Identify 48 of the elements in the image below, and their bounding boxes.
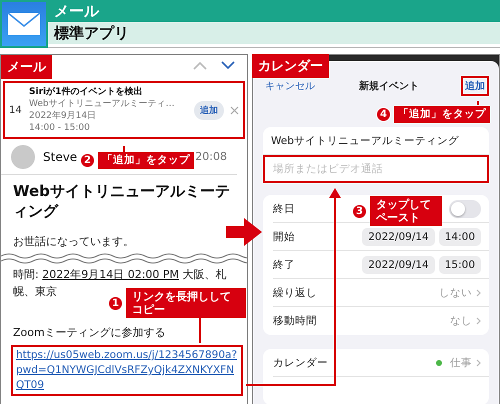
leader-line <box>199 318 201 343</box>
callout-text: 「追加」をタップ <box>98 152 194 169</box>
join-text: Zoomミーティングに参加する <box>12 325 167 341</box>
cancel-button[interactable]: キャンセル <box>263 78 317 94</box>
row-label: 開始 <box>273 230 295 244</box>
up-chevron-icon[interactable] <box>193 61 207 70</box>
row-label: カレンダー <box>273 356 328 370</box>
row-label: 終日 <box>273 202 295 216</box>
avatar <box>11 144 35 168</box>
right-arrow <box>226 218 262 246</box>
calendar-day: 14 <box>9 104 23 116</box>
leader-line <box>123 146 125 152</box>
date-link[interactable]: 2022年9月14日 02:00 PM <box>42 268 180 281</box>
chevron-icon <box>476 358 481 366</box>
callout-text: タップしてペースト <box>370 196 442 226</box>
date-chip[interactable]: 2022/09/14 <box>362 228 435 246</box>
event-date: 2022年9月14日 <box>29 110 98 122</box>
mail-subject: Webサイトリニューアルミーティング <box>12 181 231 222</box>
panel-label: メール <box>1 55 52 79</box>
panel-label: カレンダー <box>252 54 329 78</box>
location-field[interactable]: 場所またはビデオ通話 <box>263 155 489 183</box>
add-button[interactable]: 追加 <box>461 76 489 96</box>
app-name: メール <box>48 0 500 22</box>
callout-text: リンクを長押ししてコピー <box>126 288 246 318</box>
row-label: 繰り返し <box>273 286 317 300</box>
suggestion-title: Siriが1件のイベントを検出 <box>29 86 144 98</box>
meeting-link[interactable]: https://us05web.zoom.us/j/1234567890a?pwd=Q1NYWGJCdlVsRFZyQjk4ZXNKYXFNQT09 <box>11 345 243 396</box>
event-name: Webサイトリニューアルミーティ… <box>29 98 176 110</box>
time-chip[interactable]: 15:00 <box>438 256 481 274</box>
row-label: 終了 <box>273 258 295 272</box>
chevron-icon <box>476 288 481 296</box>
close-icon[interactable] <box>230 106 239 114</box>
all-day-switch[interactable] <box>449 200 481 218</box>
callout-text: 「追加」をタップ <box>394 106 490 123</box>
status-dot <box>436 360 442 366</box>
add-button[interactable]: 追加 <box>194 100 224 120</box>
event-time: 14:00 - 15:00 <box>29 122 91 134</box>
date-chip[interactable]: 2022/09/14 <box>362 256 435 274</box>
time-chip[interactable]: 14:00 <box>438 228 481 246</box>
greeting-text: お世話になっています。 <box>12 234 135 250</box>
chevron-icon <box>476 317 481 325</box>
app-category: 標準アプリ <box>48 22 500 44</box>
row-label: 移動時間 <box>273 314 317 328</box>
down-chevron-icon[interactable] <box>221 61 235 70</box>
sheet-title: 新規イベント <box>359 79 419 93</box>
leader-line <box>477 101 479 105</box>
sender-name: Steve <box>43 150 78 164</box>
mail-time: 20:08 <box>195 150 227 163</box>
